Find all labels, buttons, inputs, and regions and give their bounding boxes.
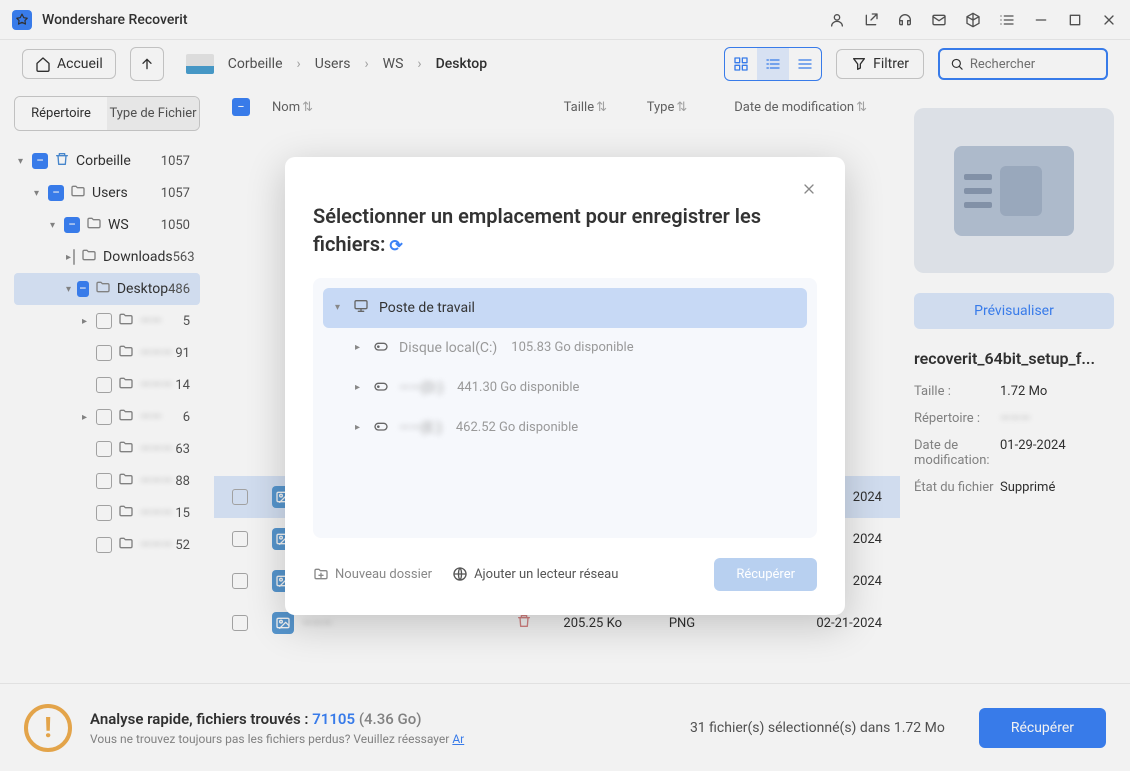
location-item[interactable]: ▸——(D:)441.30 Go disponible <box>323 368 807 408</box>
modal-close-button[interactable] <box>801 181 817 202</box>
location-item[interactable]: ▸Disque local(C:)105.83 Go disponible <box>323 328 807 368</box>
location-item[interactable]: ▾Poste de travail <box>323 288 807 328</box>
modal-title: Sélectionner un emplacement pour enregis… <box>313 202 817 258</box>
add-network-button[interactable]: Ajouter un lecteur réseau <box>452 566 618 582</box>
modal-recover-button[interactable]: Récupérer <box>714 558 817 591</box>
disk-icon <box>373 418 389 438</box>
save-location-modal: Sélectionner un emplacement pour enregis… <box>285 157 845 615</box>
monitor-icon <box>353 298 369 318</box>
disk-icon <box>373 378 389 398</box>
new-folder-button[interactable]: Nouveau dossier <box>313 566 432 582</box>
location-item[interactable]: ▸——(E:)462.52 Go disponible <box>323 408 807 448</box>
disk-icon <box>373 338 389 358</box>
modal-overlay: Sélectionner un emplacement pour enregis… <box>0 0 1130 771</box>
